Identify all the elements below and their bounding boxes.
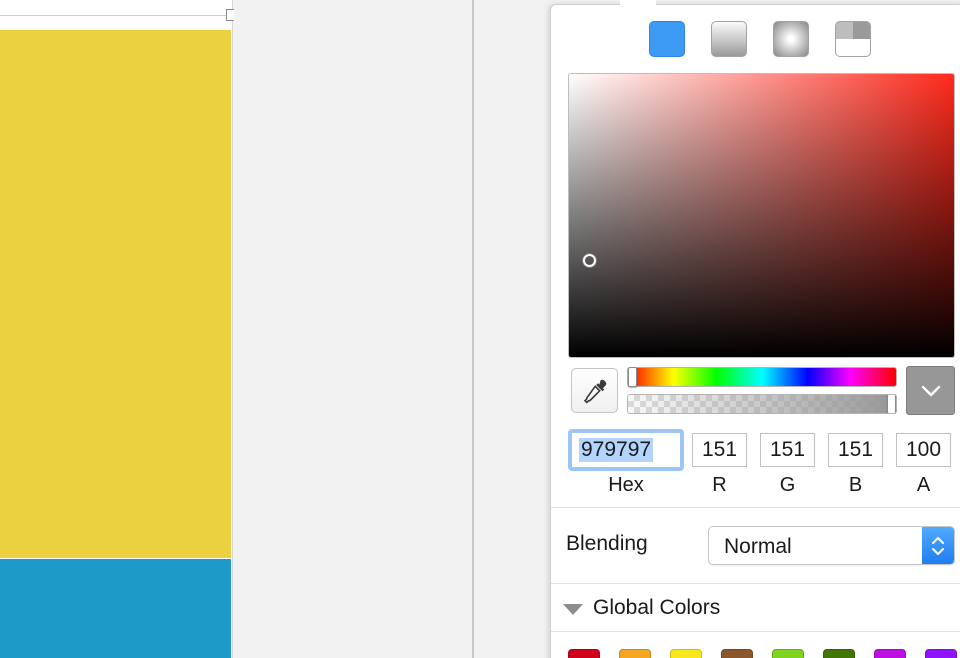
eyedropper-button[interactable] xyxy=(571,368,618,413)
global-color-swatch[interactable] xyxy=(670,649,702,658)
hex-label: Hex xyxy=(608,474,644,496)
angular-gradient-button[interactable] xyxy=(835,21,871,57)
disclosure-triangle-icon[interactable] xyxy=(563,604,583,615)
hue-slider[interactable] xyxy=(627,367,897,387)
opacity-slider[interactable] xyxy=(627,394,897,414)
blending-value: Normal xyxy=(724,535,792,558)
global-color-swatch[interactable] xyxy=(823,649,855,658)
global-color-swatch[interactable] xyxy=(568,649,600,658)
blending-label: Blending xyxy=(566,532,648,555)
red-input[interactable]: 151 xyxy=(692,433,747,467)
opacity-slider-thumb[interactable] xyxy=(887,395,896,413)
global-color-swatch[interactable] xyxy=(925,649,957,658)
popover-arrow xyxy=(620,0,656,5)
alpha-label: A xyxy=(916,474,931,496)
blue-input[interactable]: 151 xyxy=(828,433,883,467)
global-color-swatch[interactable] xyxy=(619,649,651,658)
select-stepper[interactable] xyxy=(922,527,954,564)
eyedropper-icon xyxy=(583,379,606,404)
green-label: G xyxy=(779,474,796,496)
section-divider xyxy=(551,631,960,632)
blue-label: B xyxy=(848,474,863,496)
saturation-brightness-field[interactable] xyxy=(568,73,955,358)
red-label: R xyxy=(712,474,727,496)
global-colors-header[interactable]: Global Colors xyxy=(563,595,720,621)
hex-input[interactable]: 979797 xyxy=(568,429,684,471)
yellow-rectangle[interactable] xyxy=(0,30,231,558)
alpha-input[interactable]: 100 xyxy=(896,433,951,467)
brightness-overlay xyxy=(569,74,954,357)
color-marker[interactable] xyxy=(583,254,596,267)
linear-gradient-button[interactable] xyxy=(711,21,747,57)
color-swatch-dropdown[interactable] xyxy=(906,366,955,415)
artboard-top-edge xyxy=(0,15,232,16)
green-input[interactable]: 151 xyxy=(760,433,815,467)
blue-rectangle[interactable] xyxy=(0,559,231,658)
global-colors-swatches xyxy=(568,649,958,658)
section-divider xyxy=(551,583,960,584)
fill-type-selector xyxy=(649,21,889,57)
hex-value: 979797 xyxy=(579,438,654,462)
global-color-swatch[interactable] xyxy=(772,649,804,658)
global-color-swatch[interactable] xyxy=(874,649,906,658)
global-colors-label: Global Colors xyxy=(593,596,721,619)
color-picker-popover: 979797 151 151 151 100 Hex R G B A Blend… xyxy=(550,4,960,658)
hue-slider-thumb[interactable] xyxy=(628,367,637,387)
inspector-background xyxy=(474,0,554,658)
section-divider xyxy=(551,507,960,508)
radial-gradient-button[interactable] xyxy=(773,21,809,57)
opacity-gradient xyxy=(628,395,896,413)
blending-select[interactable]: Normal xyxy=(708,526,955,565)
global-color-swatch[interactable] xyxy=(721,649,753,658)
canvas-background[interactable] xyxy=(234,0,472,658)
solid-fill-button[interactable] xyxy=(649,21,685,57)
chevron-up-down-icon xyxy=(932,536,944,555)
artboard[interactable] xyxy=(0,0,233,658)
chevron-down-icon xyxy=(921,385,940,396)
